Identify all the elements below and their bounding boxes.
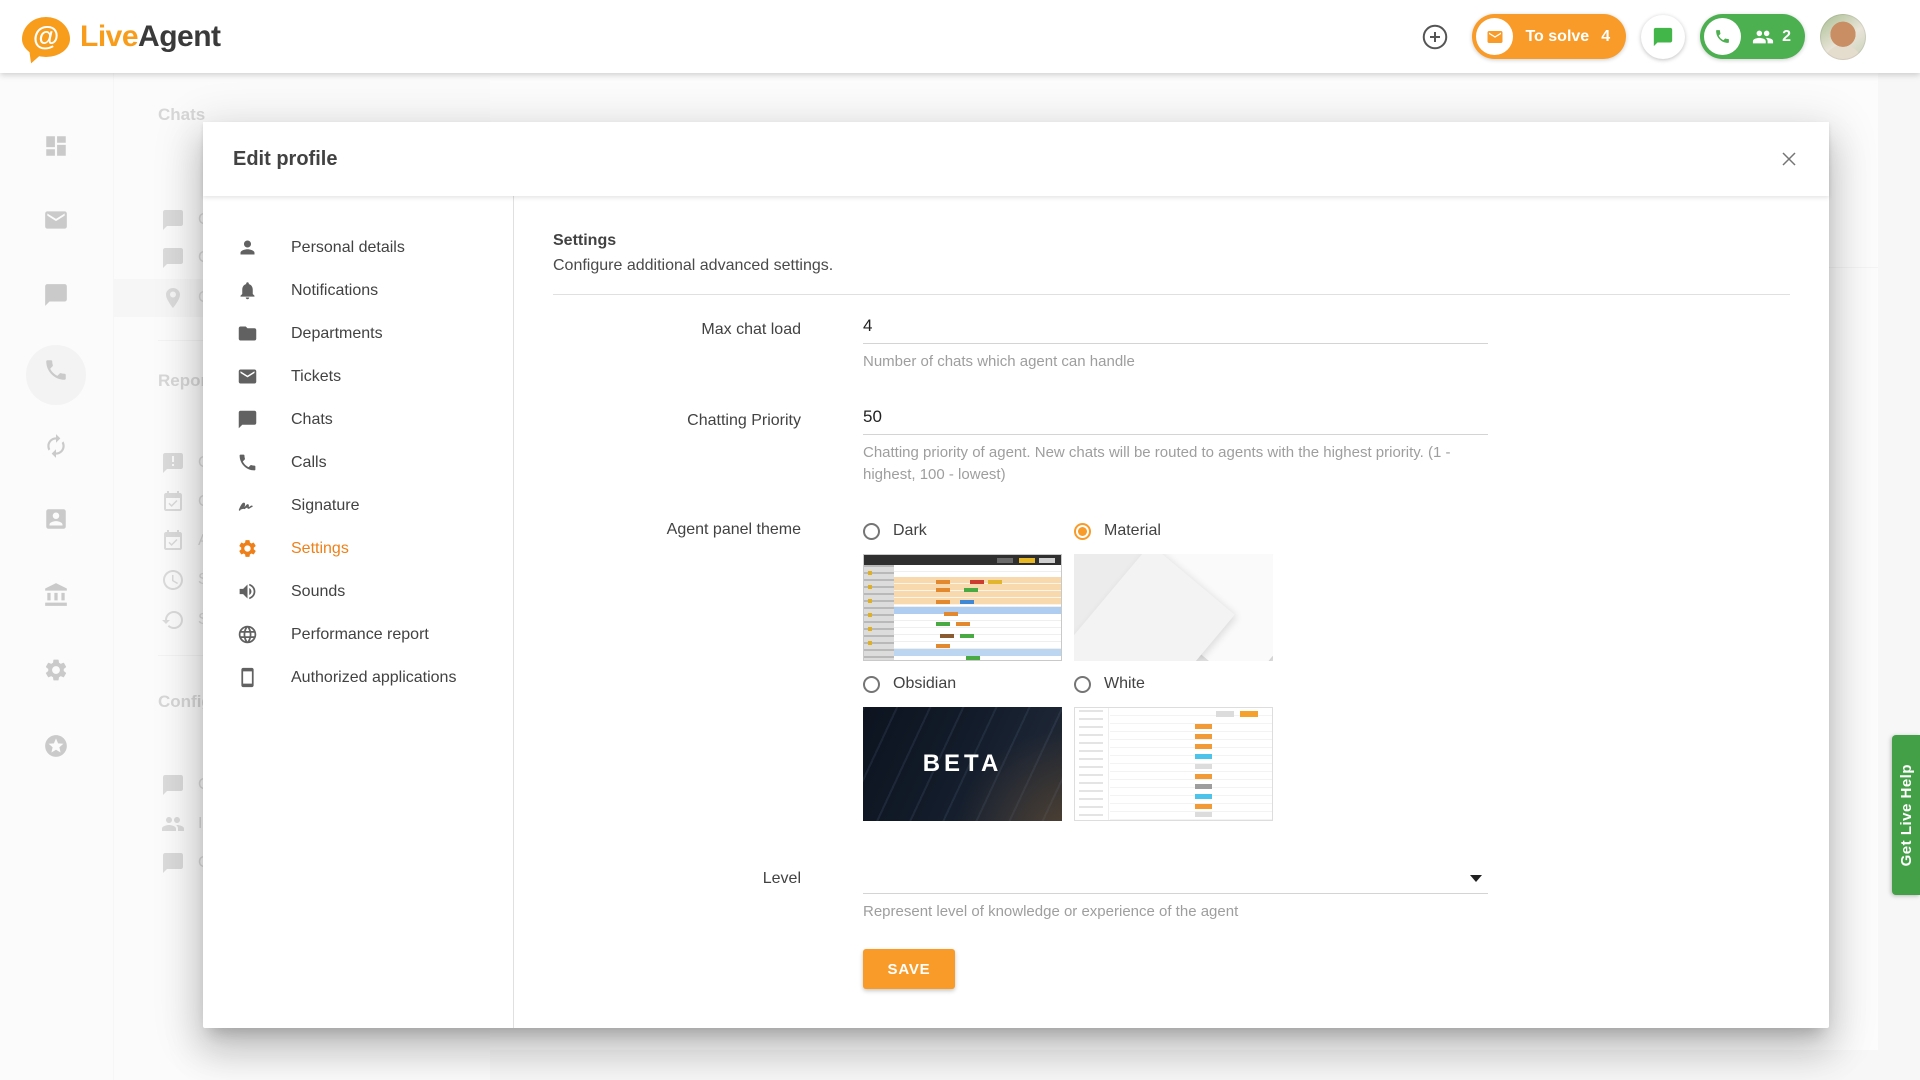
agent-panel-theme-label: Agent panel theme xyxy=(666,521,801,538)
max-chat-load-input[interactable]: 4 xyxy=(863,316,1488,344)
beta-badge: BETA xyxy=(922,750,1003,777)
chatting-priority-label: Chatting Priority xyxy=(687,412,801,429)
theme-option-material[interactable]: Material xyxy=(1074,522,1273,540)
settings-content: Settings Configure additional advanced s… xyxy=(514,196,1829,1028)
phone-icon xyxy=(236,452,258,474)
theme-thumbnail-dark[interactable] xyxy=(863,554,1062,661)
max-chat-load-row: Max chat load 4 Number of chats which ag… xyxy=(553,316,1790,373)
max-chat-load-label: Max chat load xyxy=(701,321,801,338)
people-icon xyxy=(1753,30,1774,43)
modal-body: Personal details Notifications Departmen… xyxy=(203,196,1829,1028)
liveagent-logo[interactable]: @ LiveAgent xyxy=(22,16,221,57)
gear-icon xyxy=(236,538,258,560)
modal-nav-signature[interactable]: Signature xyxy=(203,484,513,527)
save-button[interactable]: SAVE xyxy=(863,949,955,989)
plus-circle-icon xyxy=(1423,24,1448,49)
phone-icon xyxy=(1704,18,1742,55)
add-button[interactable] xyxy=(1413,14,1458,59)
level-label: Level xyxy=(762,870,801,887)
calls-count: 2 xyxy=(1782,27,1791,45)
level-select[interactable] xyxy=(863,865,1488,894)
globe-icon xyxy=(236,624,258,646)
chatting-priority-input[interactable]: 50 xyxy=(863,407,1488,435)
modal-nav-settings[interactable]: Settings xyxy=(203,527,513,570)
top-header: @ LiveAgent To solve 4 2 xyxy=(0,0,1920,73)
smartphone-icon xyxy=(236,667,258,689)
get-live-help-label: Get Live Help xyxy=(1897,763,1915,867)
section-title: Settings xyxy=(553,232,617,249)
folder-icon xyxy=(236,323,258,345)
agent-panel-theme-row: Agent panel theme Dark Material Obsidian… xyxy=(553,516,1790,821)
modal-nav-tickets[interactable]: Tickets xyxy=(203,355,513,398)
modal-nav-notifications[interactable]: Notifications xyxy=(203,269,513,312)
modal-nav-chats[interactable]: Chats xyxy=(203,398,513,441)
modal-header: Edit profile xyxy=(203,122,1829,196)
modal-nav-departments[interactable]: Departments xyxy=(203,312,513,355)
signature-icon xyxy=(236,495,258,517)
chatting-priority-helper: Chatting priority of agent. New chats wi… xyxy=(863,444,1451,483)
avatar[interactable] xyxy=(1820,13,1866,60)
bell-icon xyxy=(236,280,258,302)
get-live-help-tab[interactable]: Get Live Help xyxy=(1892,735,1920,895)
logo-wordmark: LiveAgent xyxy=(80,19,221,53)
edit-profile-modal: Edit profile Personal details Notificati… xyxy=(203,122,1829,1028)
to-solve-count: 4 xyxy=(1601,27,1611,45)
theme-option-obsidian[interactable]: Obsidian xyxy=(863,675,1062,693)
to-solve-label: To solve xyxy=(1525,27,1590,45)
theme-thumbnail-obsidian[interactable]: BETA xyxy=(863,707,1062,821)
dropdown-arrow-icon xyxy=(1470,875,1482,882)
person-icon xyxy=(236,237,258,259)
radio-unchecked-icon xyxy=(863,675,880,693)
radio-checked-icon xyxy=(1074,522,1091,540)
chat-bubble-icon xyxy=(1653,27,1673,46)
modal-title: Edit profile xyxy=(233,147,338,170)
calls-button[interactable]: 2 xyxy=(1700,14,1805,59)
modal-nav-calls[interactable]: Calls xyxy=(203,441,513,484)
theme-option-white[interactable]: White xyxy=(1074,675,1273,693)
theme-option-dark[interactable]: Dark xyxy=(863,522,1062,540)
radio-unchecked-icon xyxy=(863,522,880,540)
header-actions: To solve 4 2 xyxy=(1413,0,1866,73)
envelope-icon xyxy=(236,366,258,388)
envelope-icon xyxy=(1476,18,1514,55)
close-button[interactable] xyxy=(1769,139,1809,179)
theme-thumbnail-material[interactable] xyxy=(1074,554,1273,661)
level-row: Level Represent level of knowledge or ex… xyxy=(553,865,1790,923)
logo-bubble-icon: @ xyxy=(22,16,70,57)
chatting-priority-row: Chatting Priority 50 Chatting priority o… xyxy=(553,407,1790,486)
section-subtitle: Configure additional advanced settings. xyxy=(553,257,834,274)
divider xyxy=(553,294,1790,295)
theme-thumbnail-white[interactable] xyxy=(1074,707,1273,821)
modal-nav-authorized-applications[interactable]: Authorized applications xyxy=(203,656,513,699)
modal-nav-performance-report[interactable]: Performance report xyxy=(203,613,513,656)
level-helper: Represent level of knowledge or experien… xyxy=(863,903,1239,920)
modal-nav: Personal details Notifications Departmen… xyxy=(203,196,514,1028)
max-chat-load-helper: Number of chats which agent can handle xyxy=(863,353,1135,370)
liveagent-app: Chats C C C Reports C C A xyxy=(0,0,1920,1080)
chat-icon xyxy=(236,409,258,431)
modal-nav-personal-details[interactable]: Personal details xyxy=(203,226,513,269)
to-solve-button[interactable]: To solve 4 xyxy=(1472,14,1627,59)
close-icon xyxy=(1782,152,1796,166)
radio-unchecked-icon xyxy=(1074,675,1091,693)
speaker-icon xyxy=(236,581,258,603)
chats-button[interactable] xyxy=(1641,14,1686,59)
modal-nav-sounds[interactable]: Sounds xyxy=(203,570,513,613)
